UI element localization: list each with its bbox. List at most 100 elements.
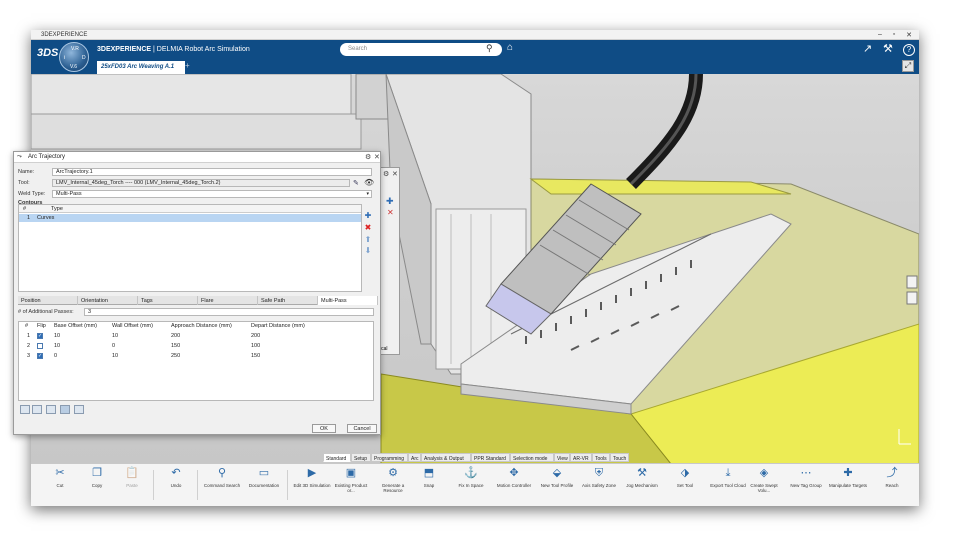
flip-checkbox[interactable]: ✓	[37, 333, 43, 339]
add-contour-icon[interactable]: ✚	[362, 210, 374, 221]
tab-multi-pass[interactable]: Multi-Pass	[318, 296, 378, 305]
share-icon[interactable]: ↗	[863, 42, 872, 55]
select-icon[interactable]	[60, 405, 70, 414]
add-tab-icon[interactable]: +	[185, 61, 190, 70]
pass-base: 10	[54, 333, 61, 339]
pass-approach: 150	[171, 343, 181, 349]
window-title-bar: 3DEXPERIENCE – ▫ ✕	[31, 30, 919, 40]
weld-type-value: Multi-Pass	[56, 191, 82, 197]
move-down-icon[interactable]: ⬇	[362, 245, 374, 256]
fullscreen-icon[interactable]: ⤢	[902, 60, 914, 72]
minimize-button[interactable]: –	[873, 31, 887, 38]
table-row[interactable]: 1 ✓ 10 10 200 200	[19, 332, 373, 341]
compass-west: i	[64, 55, 66, 61]
camera-icon[interactable]	[46, 405, 56, 414]
panel-button-fragment[interactable]: ical	[380, 346, 388, 352]
tab-flare[interactable]: Flare	[198, 296, 258, 305]
compass-north: V.R	[71, 46, 79, 52]
tab-document[interactable]: 25xFD03 Arc Weaving A.1	[97, 61, 185, 74]
top-bar: 3DS V.R i D V.6 3DEXPERIENCE | DELMIA Ro…	[31, 40, 919, 74]
flip-checkbox[interactable]	[37, 343, 43, 349]
pass-num: 2	[27, 343, 31, 349]
contour-num: 1	[27, 215, 31, 221]
pass-depart: 200	[251, 333, 261, 339]
col-num: #	[25, 323, 29, 329]
close-button[interactable]: ✕	[902, 31, 916, 39]
col-wall-offset: Wall Offset (mm)	[112, 323, 153, 329]
pass-depart: 150	[251, 353, 261, 359]
pass-depart: 100	[251, 343, 261, 349]
weld-type-label: Weld Type:	[18, 191, 46, 197]
contours-col-num: #	[23, 206, 27, 212]
pass-wall: 0	[112, 343, 116, 349]
contour-type: Curves	[37, 215, 55, 221]
remove-contour-icon[interactable]: ✖	[362, 222, 374, 233]
pass-num: 3	[27, 353, 31, 359]
property-tabs: Position Orientation Tags Flare Safe Pat…	[18, 296, 378, 305]
dialog-close-icon[interactable]: ✕	[374, 153, 380, 161]
compass-east: D	[82, 55, 86, 61]
dialog-title: Arc Trajectory	[28, 154, 66, 160]
ok-button[interactable]: OK	[312, 424, 336, 433]
col-flip: Flip	[37, 323, 46, 329]
contours-col-type: Type	[51, 206, 63, 212]
transform-icon[interactable]	[74, 405, 84, 414]
pass-approach: 250	[171, 353, 181, 359]
display-icon[interactable]	[20, 405, 30, 414]
panel-settings-icon[interactable]: ⚙	[383, 170, 389, 178]
additional-passes-field[interactable]: 3	[84, 308, 374, 316]
col-approach: Approach Distance (mm)	[171, 323, 232, 329]
grid-icon[interactable]	[32, 405, 42, 414]
cancel-button[interactable]: Cancel	[347, 424, 377, 433]
weld-type-select[interactable]: Multi-Pass ▾	[52, 190, 372, 198]
pass-wall: 10	[112, 333, 119, 339]
pass-base: 0	[54, 353, 58, 359]
brand-suffix: | DELMIA Robot Arc Simulation	[151, 46, 250, 53]
tab-position[interactable]: Position	[18, 296, 78, 305]
col-base-offset: Base Offset (mm)	[54, 323, 97, 329]
chevron-down-icon: ▾	[366, 191, 369, 197]
panel-add-icon[interactable]: ✚	[386, 196, 394, 207]
contours-header: # Type	[19, 205, 361, 213]
tool-field[interactable]: LMV_Internal_45deg_Torch ---- 000 (LMV_I…	[52, 179, 350, 187]
help-icon[interactable]: ?	[903, 44, 915, 56]
dialog-title-bar: ⤳ Arc Trajectory ⚙ ✕	[14, 152, 380, 163]
compass-icon[interactable]: V.R i D V.6	[59, 42, 89, 72]
name-label: Name:	[18, 169, 35, 175]
move-up-icon[interactable]: ⬆	[362, 234, 374, 245]
tab-orientation[interactable]: Orientation	[78, 296, 138, 305]
compass-south: V.6	[70, 64, 78, 70]
show-tool-icon[interactable]: 👁	[364, 178, 374, 187]
tab-tags[interactable]: Tags	[138, 296, 198, 305]
name-field[interactable]: ArcTrajectory.1	[52, 168, 372, 176]
table-row[interactable]: 3 ✓ 0 10 250 150	[19, 352, 373, 361]
passes-table: # Flip Base Offset (mm) Wall Offset (mm)…	[18, 321, 374, 401]
dialog-settings-icon[interactable]: ⚙	[365, 153, 371, 161]
edit-tool-icon[interactable]: ✎	[353, 179, 359, 187]
pass-wall: 10	[112, 353, 119, 359]
additional-passes-label: # of Additional Passes:	[18, 309, 74, 315]
search-icon[interactable]: ⚲	[486, 43, 493, 54]
pass-approach: 200	[171, 333, 181, 339]
pass-num: 1	[27, 333, 31, 339]
tag-icon[interactable]: ⌂	[507, 42, 513, 53]
list-item[interactable]: 1 Curves	[19, 214, 361, 222]
panel-close-icon[interactable]: ✕	[392, 170, 398, 178]
contours-list[interactable]: # Type 1 Curves	[18, 204, 362, 292]
tools-icon[interactable]: ⚒	[883, 42, 893, 55]
flip-checkbox[interactable]: ✓	[37, 353, 43, 359]
tab-safe-path[interactable]: Safe Path	[258, 296, 318, 305]
window-title: 3DEXPERIENCE	[41, 32, 88, 38]
tool-label: Tool:	[18, 180, 30, 186]
app-brand: 3DEXPERIENCE | DELMIA Robot Arc Simulati…	[97, 46, 250, 53]
arc-trajectory-dialog: ⤳ Arc Trajectory ⚙ ✕ Name: ArcTrajectory…	[13, 151, 381, 435]
ds-logo: 3DS	[37, 47, 59, 59]
table-row[interactable]: 2 10 0 150 100	[19, 342, 373, 351]
col-depart: Depart Distance (mm)	[251, 323, 305, 329]
trajectory-icon: ⤳	[17, 154, 22, 160]
search-input[interactable]: Search	[340, 43, 502, 56]
panel-remove-icon[interactable]: ✕	[387, 208, 394, 217]
maximize-button[interactable]: ▫	[887, 31, 901, 38]
pass-base: 10	[54, 343, 61, 349]
brand-prefix: 3DEXPERIENCE	[97, 46, 152, 53]
